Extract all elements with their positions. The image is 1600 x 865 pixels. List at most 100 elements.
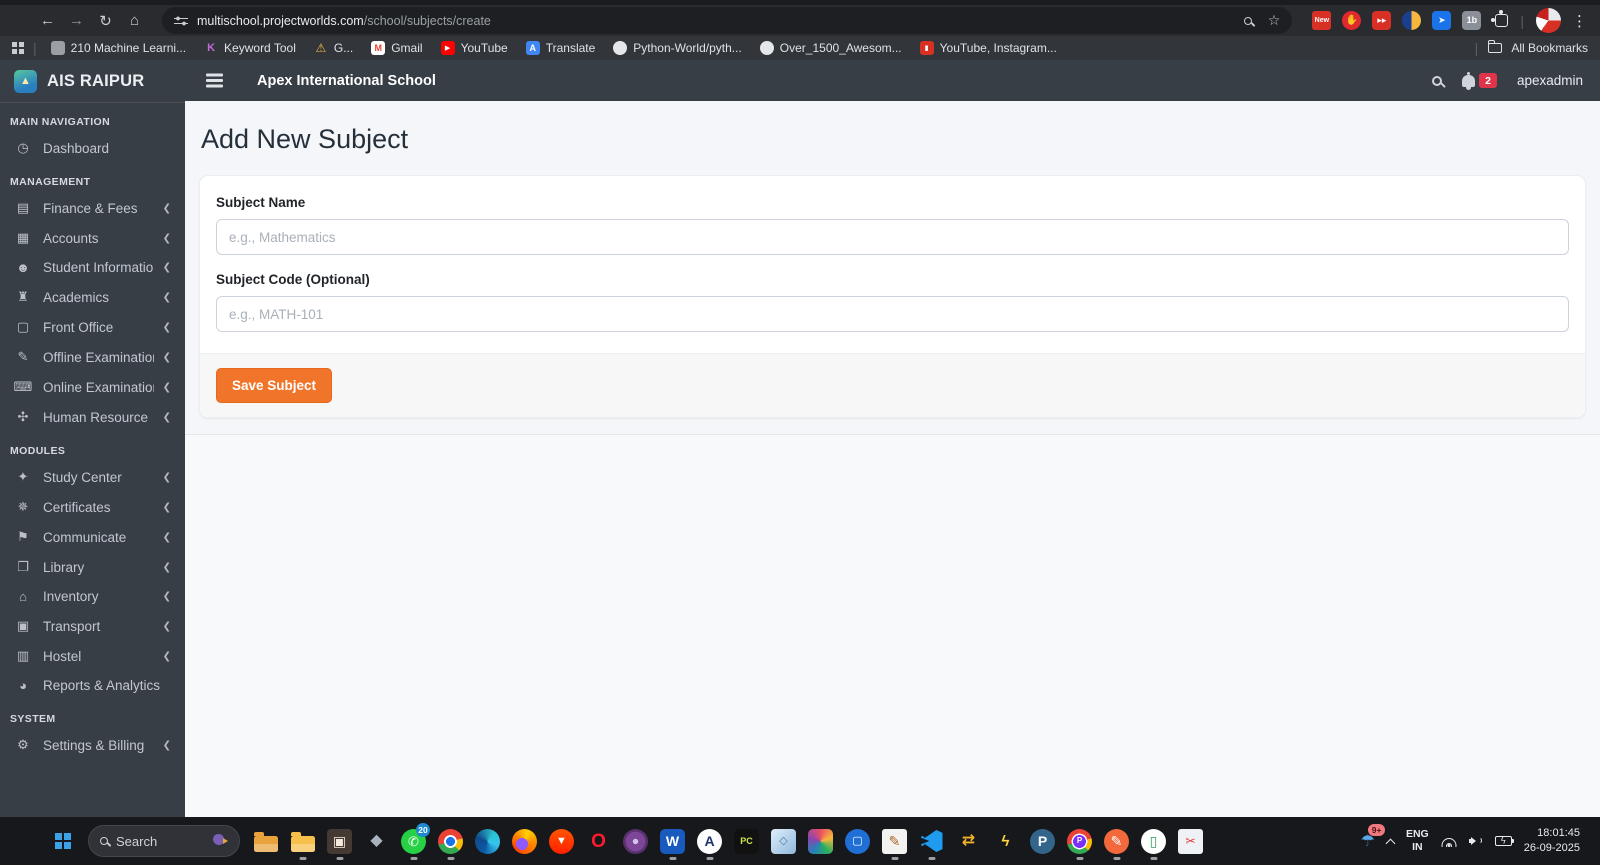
bookmark-star-icon[interactable]: ☆: [1268, 12, 1281, 29]
forward-button[interactable]: →: [63, 8, 90, 34]
sidebar-item-inventory[interactable]: ⌂ Inventory ❮: [0, 582, 185, 611]
ext-1b-icon[interactable]: 1b: [1462, 11, 1482, 30]
bookmark-gmail[interactable]: M Gmail: [362, 36, 431, 60]
sidebar-item-library[interactable]: ❐ Library ❮: [0, 552, 185, 582]
taskbar-remote-desktop-app[interactable]: ▢: [839, 821, 876, 861]
ext-downloader-icon[interactable]: ➤: [1432, 11, 1452, 30]
taskbar-3d-viewer-app[interactable]: ◆: [358, 821, 395, 861]
taskbar-onedrive-folder[interactable]: [247, 821, 284, 861]
brand-header[interactable]: ▲ AIS RAIPUR: [0, 60, 185, 103]
save-subject-button[interactable]: Save Subject: [216, 368, 333, 403]
bookmark-python-world[interactable]: Python-World/pyth...: [604, 36, 751, 60]
taskbar-pen-app[interactable]: ✎: [1098, 821, 1135, 861]
taskbar-search[interactable]: Search: [88, 825, 240, 857]
bookmark-youtube-instagram[interactable]: ▮ YouTube, Instagram...: [911, 36, 1066, 60]
extensions-puzzle-icon[interactable]: [1491, 10, 1509, 27]
taskbar-brave[interactable]: ▼: [543, 821, 580, 861]
sidebar-item-communicate[interactable]: ⚑ Communicate ❮: [0, 522, 185, 552]
sidebar-item-dashboard[interactable]: ◷ Dashboard: [0, 133, 185, 163]
clock[interactable]: 18:01:45 26-09-2025: [1524, 826, 1580, 856]
bookmark-translate[interactable]: A Translate: [517, 36, 605, 60]
site-settings-icon[interactable]: [174, 15, 188, 26]
taskbar-vscode[interactable]: [913, 821, 950, 861]
ext-adblock-hand-icon[interactable]: ✋: [1342, 11, 1362, 30]
bookmark-translate-icon: A: [525, 41, 540, 55]
taskbar-opera[interactable]: O: [580, 821, 617, 861]
taskbar-pycharm[interactable]: PC: [728, 821, 765, 861]
sidebar-item-finance-fees[interactable]: ▤ Finance & Fees ❮: [0, 193, 185, 223]
notifications-button[interactable]: 2: [1462, 71, 1497, 90]
taskbar-putty[interactable]: ϟ: [987, 821, 1024, 861]
ext-fast-forward-icon[interactable]: ▸▸: [1372, 11, 1392, 30]
zoom-icon[interactable]: [1243, 16, 1252, 25]
postgresql-icon: P: [1030, 828, 1055, 854]
navbar-search-icon[interactable]: [1432, 75, 1443, 86]
address-bar[interactable]: multischool.projectworlds.com/school/sub…: [162, 7, 1293, 34]
bookmark-youtube[interactable]: ▶ YouTube: [432, 36, 517, 60]
taskbar-screen-capture-app[interactable]: ✂: [1172, 821, 1209, 861]
bookmark-youtube-icon: ▶: [440, 41, 455, 55]
profile-avatar[interactable]: [1536, 8, 1561, 33]
taskbar-anydesk[interactable]: A: [691, 821, 728, 861]
sidebar-item-reports-analytics[interactable]: ◕ Reports & Analytics: [0, 671, 185, 700]
sidebar-item-accounts[interactable]: ▦ Accounts ❮: [0, 223, 185, 253]
language-indicator[interactable]: ENG IN: [1406, 828, 1429, 853]
chevron-left-icon: ❮: [162, 501, 171, 513]
wifi-icon[interactable]: [1441, 835, 1457, 847]
taskbar-whatsapp[interactable]: ✆ 20: [395, 821, 432, 861]
apps-grid-icon[interactable]: [12, 42, 24, 54]
browser-menu-icon[interactable]: ⋮: [1572, 12, 1587, 30]
ext-swirl-icon[interactable]: [1402, 11, 1422, 30]
bell-icon: [1462, 71, 1476, 90]
hamburger-menu-icon[interactable]: [206, 79, 223, 82]
sidebar-item-hostel[interactable]: ▥ Hostel ❮: [0, 641, 185, 671]
sidebar-item-label: Accounts: [43, 230, 99, 246]
bookmark-keyword-tool[interactable]: K Keyword Tool: [195, 36, 305, 60]
taskbar-edge[interactable]: [469, 821, 506, 861]
sidebar-item-certificates[interactable]: ✵ Certificates ❮: [0, 492, 185, 522]
subject-code-input[interactable]: [216, 296, 1569, 332]
home-button[interactable]: ⌂: [121, 8, 148, 34]
reload-button[interactable]: ↻: [92, 8, 119, 34]
bookmark-g[interactable]: ⚠ G...: [305, 36, 362, 60]
taskbar-virtualbox[interactable]: ◇: [765, 821, 802, 861]
taskbar-chrome[interactable]: [432, 821, 469, 861]
sidebar-item-transport[interactable]: ▣ Transport ❮: [0, 611, 185, 641]
taskbar-postgresql[interactable]: P: [1024, 821, 1061, 861]
sidebar-item-offline-examinations[interactable]: ✎ Offline Examinations ❮: [0, 342, 185, 372]
taskbar-photos-app[interactable]: ▣: [321, 821, 358, 861]
taskbar-firefox[interactable]: [506, 821, 543, 861]
back-button[interactable]: ←: [34, 8, 61, 34]
umbrella-tray-icon[interactable]: ☂ 9+: [1361, 824, 1385, 851]
student-icon: ☻: [16, 260, 30, 275]
sidebar-item-settings-billing[interactable]: ⚙ Settings & Billing ❮: [0, 730, 185, 760]
taskbar-color-cube-app[interactable]: [802, 821, 839, 861]
sidebar-item-online-examinations[interactable]: ⌨ Online Examinations ❮: [0, 372, 185, 402]
notes-app-icon: ✎: [882, 828, 907, 854]
taskbar-notes-app[interactable]: ✎: [876, 821, 913, 861]
sidebar-item-study-center[interactable]: ✦ Study Center ❮: [0, 462, 185, 492]
sidebar-item-student-information[interactable]: ☻ Student Information ❮: [0, 253, 185, 282]
sidebar-item-human-resource[interactable]: ✣ Human Resource ❮: [0, 402, 185, 432]
taskbar-word[interactable]: W: [654, 821, 691, 861]
subject-name-input[interactable]: [216, 219, 1569, 255]
ext-new-badge-icon[interactable]: New: [1312, 11, 1332, 30]
sidebar-item-academics[interactable]: ♜ Academics ❮: [0, 282, 185, 312]
tray-overflow-chevron-icon[interactable]: [1385, 838, 1396, 848]
taskbar-file-explorer[interactable]: [284, 821, 321, 861]
taskbar-tor-browser[interactable]: [617, 821, 654, 861]
start-button[interactable]: [44, 821, 81, 861]
taskbar-apps: ▣ ◆ ✆ 20 ▼ O W A PC ◇ ▢ ✎ ⇄ ϟ P P ✎ ▯ ✂: [247, 821, 1209, 861]
taskbar-chrome-profile[interactable]: P: [1061, 821, 1098, 861]
windows-taskbar: Search ▣ ◆ ✆ 20 ▼ O W A PC ◇ ▢ ✎ ⇄ ϟ P P ✎ ▯ ✂ ☂ 9+ ENG IN …: [0, 817, 1600, 865]
graduation-cap-icon: ✎: [17, 349, 29, 364]
sidebar-item-front-office[interactable]: ▢ Front Office ❮: [0, 312, 185, 342]
bookmark-210-machine-learning[interactable]: 210 Machine Learni...: [42, 36, 195, 60]
taskbar-emulator-app[interactable]: ▯: [1135, 821, 1172, 861]
taskbar-winscp[interactable]: ⇄: [950, 821, 987, 861]
username[interactable]: apexadmin: [1517, 73, 1583, 88]
volume-icon[interactable]: [1468, 836, 1483, 847]
bookmark-over-1500-awesome[interactable]: Over_1500_Awesom...: [751, 36, 911, 60]
battery-charging-icon[interactable]: [1494, 836, 1515, 846]
all-bookmarks-button[interactable]: All Bookmarks: [1511, 41, 1588, 55]
